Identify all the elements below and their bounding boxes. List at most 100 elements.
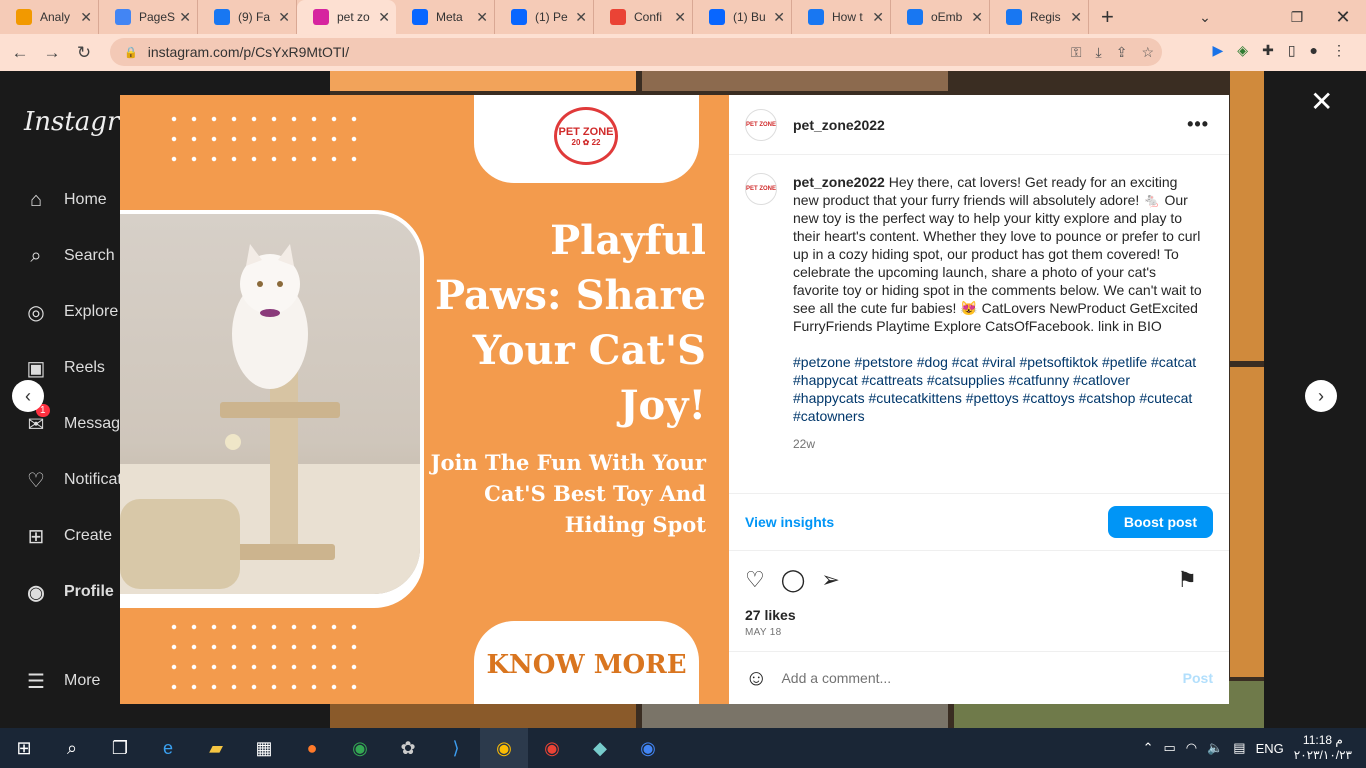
more-options-icon[interactable]: ••• xyxy=(1187,114,1209,135)
forward-button[interactable]: → xyxy=(36,43,68,63)
browser-tab[interactable]: Analy ✕ xyxy=(0,0,99,34)
avatar[interactable]: PET ZONE xyxy=(745,108,777,141)
edge-icon[interactable]: e xyxy=(144,728,192,768)
bookmark-star-icon[interactable]: ☆ xyxy=(1141,44,1154,61)
browser-tab[interactable]: Confi ✕ xyxy=(594,0,693,34)
likes-count[interactable]: 27 likes xyxy=(745,607,796,623)
extension-icon[interactable]: ◈ xyxy=(1237,42,1248,59)
tab-title: Regis xyxy=(1030,10,1061,24)
battery-icon[interactable]: ▭ xyxy=(1163,740,1175,756)
tab-search-icon[interactable]: ⌄ xyxy=(1182,0,1228,34)
insights-row: View insights Boost post xyxy=(729,493,1229,551)
save-bookmark-icon[interactable]: ⚑ xyxy=(1177,567,1197,593)
close-tab-icon[interactable]: ✕ xyxy=(674,9,686,26)
chrome-icon[interactable]: ◉ xyxy=(624,728,672,768)
language-indicator[interactable]: ENG xyxy=(1256,741,1284,756)
close-tab-icon[interactable]: ✕ xyxy=(971,9,983,26)
sidebar-item-more[interactable]: ☰ More xyxy=(24,669,100,693)
task-view-icon[interactable]: ❐ xyxy=(96,728,144,768)
back-button[interactable]: ← xyxy=(4,43,36,63)
reload-button[interactable]: ↻ xyxy=(68,43,100,63)
restore-window-icon[interactable]: ❐ xyxy=(1274,0,1320,34)
chrome-icon[interactable]: ◉ xyxy=(528,728,576,768)
windows-start-icon[interactable]: ⊞ xyxy=(0,728,48,768)
tab-title: PageS xyxy=(139,10,176,24)
install-icon[interactable]: ⤓ xyxy=(1096,44,1102,61)
like-heart-icon[interactable]: ♡ xyxy=(745,567,765,593)
boost-post-button[interactable]: Boost post xyxy=(1107,506,1213,538)
sidebar-item-explore[interactable]: ◎ Explore xyxy=(24,300,118,324)
firefox-icon[interactable]: ● xyxy=(288,728,336,768)
sidebar-item-label: Home xyxy=(64,191,107,208)
close-tab-icon[interactable]: ✕ xyxy=(773,9,785,26)
previous-post-arrow-icon[interactable]: ‹ xyxy=(12,380,44,412)
search-icon[interactable]: ⌕ xyxy=(48,728,96,768)
browser-tab[interactable]: oEmb ✕ xyxy=(891,0,990,34)
sidebar-item-reels[interactable]: ▣ Reels xyxy=(24,356,105,380)
avatar[interactable]: PET ZONE xyxy=(745,173,777,205)
extension-icon[interactable]: ▶ xyxy=(1213,42,1224,59)
browser-tab[interactable]: Meta ✕ xyxy=(396,0,495,34)
share-icon[interactable]: ⇪ xyxy=(1116,44,1128,61)
comment-bubble-icon[interactable]: ◯ xyxy=(781,567,806,593)
sidebar-item-create[interactable]: ⊞ Create xyxy=(24,524,112,548)
close-window-icon[interactable]: ✕ xyxy=(1320,0,1366,34)
caption-username[interactable]: pet_zone2022 xyxy=(793,174,885,190)
plus-square-icon: ⊞ xyxy=(27,525,45,548)
browser-tab[interactable]: pet zo ✕ xyxy=(297,0,396,34)
sidebar-item-search[interactable]: ⌕ Search xyxy=(24,244,114,268)
share-send-icon[interactable]: ➢ xyxy=(821,567,839,593)
sidebar-item-label: Profile xyxy=(64,583,114,600)
next-post-arrow-icon[interactable]: › xyxy=(1305,380,1337,412)
close-tab-icon[interactable]: ✕ xyxy=(1070,9,1082,26)
facebook-icon xyxy=(907,9,923,25)
sidebar-item-home[interactable]: ⌂ Home xyxy=(24,188,107,212)
key-icon[interactable]: ⚿ xyxy=(1071,44,1082,61)
sidebar-item-profile[interactable]: ◉ Profile xyxy=(24,580,114,604)
browser-tab[interactable]: (1) Pe ✕ xyxy=(495,0,594,34)
chrome-icon[interactable]: ◉ xyxy=(480,728,528,768)
browser-tab[interactable]: PageS ✕ xyxy=(99,0,198,34)
view-insights-link[interactable]: View insights xyxy=(745,514,834,530)
vscode-icon[interactable]: ⟩ xyxy=(432,728,480,768)
close-tab-icon[interactable]: ✕ xyxy=(575,9,587,26)
close-modal-icon[interactable]: ✕ xyxy=(1310,85,1333,118)
comment-input[interactable]: Add a comment... xyxy=(781,670,1182,686)
close-tab-icon[interactable]: ✕ xyxy=(278,9,290,26)
sidebar-item-label: Explore xyxy=(64,303,119,320)
close-tab-icon[interactable]: ✕ xyxy=(872,9,884,26)
browser-tab[interactable]: (1) Bu ✕ xyxy=(693,0,792,34)
post-comment-button[interactable]: Post xyxy=(1183,670,1213,686)
close-tab-icon[interactable]: ✕ xyxy=(476,9,488,26)
file-explorer-icon[interactable]: ▰ xyxy=(192,728,240,768)
chevron-up-icon[interactable]: ⌃ xyxy=(1143,740,1154,756)
app-icon[interactable]: ◆ xyxy=(576,728,624,768)
volume-icon[interactable]: 🔈 xyxy=(1207,740,1223,756)
profile-icon[interactable]: ● xyxy=(1310,42,1318,59)
browser-tab[interactable]: Regis ✕ xyxy=(990,0,1089,34)
close-tab-icon[interactable]: ✕ xyxy=(80,9,92,26)
clock[interactable]: 11:18 م ٢٠٢٣/١٠/٢٣ xyxy=(1294,733,1352,763)
puzzle-icon[interactable]: ✚ xyxy=(1262,42,1274,59)
kebab-menu-icon[interactable]: ⋮ xyxy=(1332,42,1346,59)
post-username[interactable]: pet_zone2022 xyxy=(793,117,885,133)
browser-tab[interactable]: (9) Fa ✕ xyxy=(198,0,297,34)
address-bar[interactable]: 🔒 instagram.com/p/CsYxR9MtOTI/ ⚿ ⤓ ⇪ ☆ xyxy=(110,38,1162,66)
emoji-icon[interactable]: ☺ xyxy=(745,665,767,691)
app-icon[interactable]: ✿ xyxy=(384,728,432,768)
decorative-dots xyxy=(164,617,364,697)
post-details-panel: PET ZONE pet_zone2022 ••• PET ZONE pet_z… xyxy=(729,95,1229,704)
notification-icon[interactable]: ▤ xyxy=(1233,740,1245,756)
facebook-icon xyxy=(1006,9,1022,25)
heart-icon: ♡ xyxy=(27,469,45,492)
new-tab-button[interactable]: + xyxy=(1101,4,1114,30)
explore-icon: ◎ xyxy=(27,301,45,324)
close-tab-icon[interactable]: ✕ xyxy=(378,9,390,26)
wifi-icon[interactable]: ◠ xyxy=(1186,740,1197,756)
caption-hashtags[interactable]: #petzone #petstore #dog #cat #viral #pet… xyxy=(793,353,1203,425)
side-panel-icon[interactable]: ▯ xyxy=(1288,42,1296,59)
chrome-icon[interactable]: ◉ xyxy=(336,728,384,768)
close-tab-icon[interactable]: ✕ xyxy=(179,9,191,26)
browser-tab[interactable]: How t ✕ xyxy=(792,0,891,34)
store-icon[interactable]: ▦ xyxy=(240,728,288,768)
